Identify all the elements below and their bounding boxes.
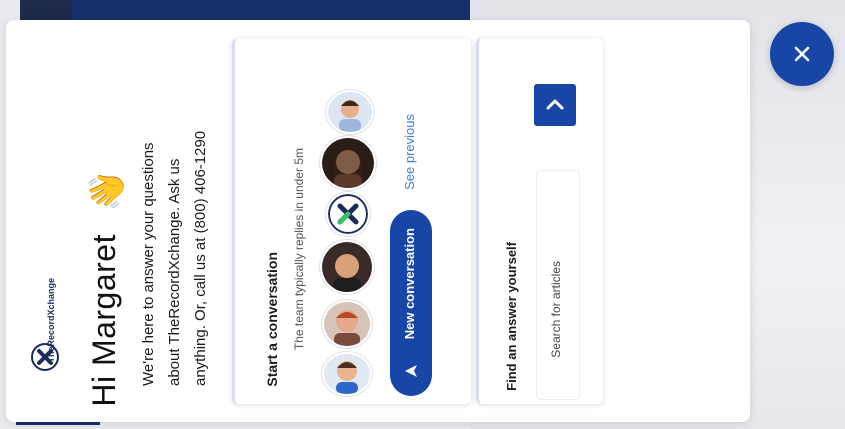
avatar [326,90,374,134]
conversation-subtitle: The team typically replies in under 5m [292,148,306,351]
intro-text: We're here to answer your questions abou… [136,116,214,386]
intro-line-3: anything. Or, call us at (800) 406-1290 [192,130,209,386]
conversation-title: Start a conversation [264,252,280,387]
chevron-up-icon [546,99,564,110]
search-placeholder: Search for articles [549,261,563,358]
greeting-title: Hi Margaret [86,234,122,407]
intro-line-2: about TheRecordXchange. Ask us [166,158,183,386]
close-icon [794,46,810,62]
avatar [322,352,372,396]
close-button[interactable] [770,22,834,86]
search-input[interactable]: Search for articles [536,170,580,400]
team-avatars [318,90,378,396]
new-conversation-label: New conversation [402,228,417,340]
home-header: TheRecordXchange Hi Margaret 👋 We're her… [6,20,236,422]
brand-logo-icon [326,192,370,236]
search-button[interactable] [534,84,576,126]
intro-line-1: We're here to answer your questions [140,142,157,386]
search-title: Find an answer yourself [504,242,519,391]
header-bar [20,0,470,20]
new-conversation-button[interactable]: New conversation [390,210,432,396]
avatar [320,240,374,294]
avatar [322,300,372,348]
wave-emoji: 👋 [88,169,127,213]
see-previous-link[interactable]: See previous [402,114,417,190]
messenger-panel: TheRecordXchange Hi Margaret 👋 We're her… [6,20,750,422]
brand-logo-text: TheRecordXchange [46,278,56,363]
avatar [320,136,376,190]
arrow-icon [405,365,417,377]
